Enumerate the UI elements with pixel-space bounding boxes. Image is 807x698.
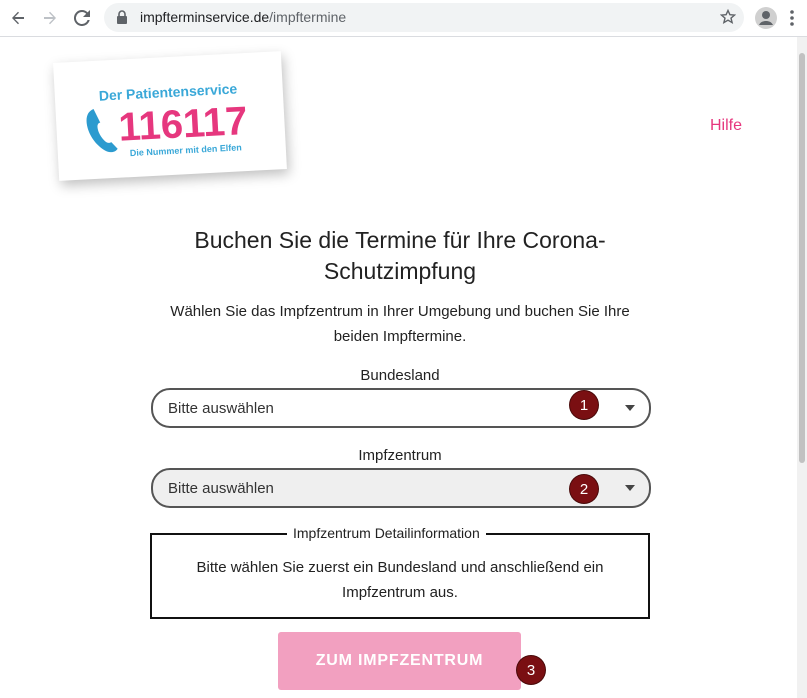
help-link[interactable]: Hilfe [710,117,742,135]
url-domain: impfterminservice.de [140,9,270,25]
page-subtitle: Wählen Sie das Impfzentrum in Ihrer Umge… [170,303,630,345]
detail-legend: Impfzentrum Detailinformation [287,525,486,541]
url-text: impfterminservice.de/impftermine [140,9,346,25]
profile-icon[interactable] [754,6,778,30]
reload-icon [74,10,90,26]
arrow-right-icon [44,11,56,25]
scrollbar-thumb[interactable] [799,53,805,463]
detail-text: Bitte wählen Sie zuerst ein Bundesland u… [196,559,604,601]
step-badge-1: 1 [570,391,598,419]
logo[interactable]: Der Patientenservice 116117 Die Nummer m… [53,51,287,181]
arrow-left-icon [12,11,24,25]
step-badge-2: 2 [570,475,598,503]
url-path: /impftermine [269,9,347,25]
page-scrollbar[interactable] [797,37,807,698]
state-label: Bundesland [360,367,440,384]
chevron-down-icon [625,405,635,411]
lock-icon [117,10,127,24]
kebab-menu-icon[interactable] [786,6,798,30]
star-icon[interactable] [720,9,736,25]
phone-icon [86,108,118,153]
state-select-value: Bitte auswählen [168,400,274,417]
reload-button[interactable] [70,6,94,30]
browser-toolbar: impfterminservice.de/impftermine [0,0,807,37]
center-label: Impfzentrum [358,447,442,464]
chevron-down-icon [625,485,635,491]
page-content: Der Patientenservice 116117 Die Nummer m… [0,37,807,698]
address-bar[interactable]: impfterminservice.de/impftermine [104,3,744,32]
center-select-value: Bitte auswählen [168,480,274,497]
step-badge-3: 3 [517,656,545,684]
page-title: Buchen Sie die Termine für Ihre Corona-S… [194,227,606,284]
forward-button[interactable] [38,6,62,30]
logo-graphic: Der Patientenservice 116117 Die Nummer m… [86,80,249,158]
back-button[interactable] [6,6,30,30]
detail-box: Impfzentrum Detailinformation Bitte wähl… [150,525,650,619]
to-vaccination-center-button[interactable]: ZUM IMPFZENTRUM [278,632,521,690]
